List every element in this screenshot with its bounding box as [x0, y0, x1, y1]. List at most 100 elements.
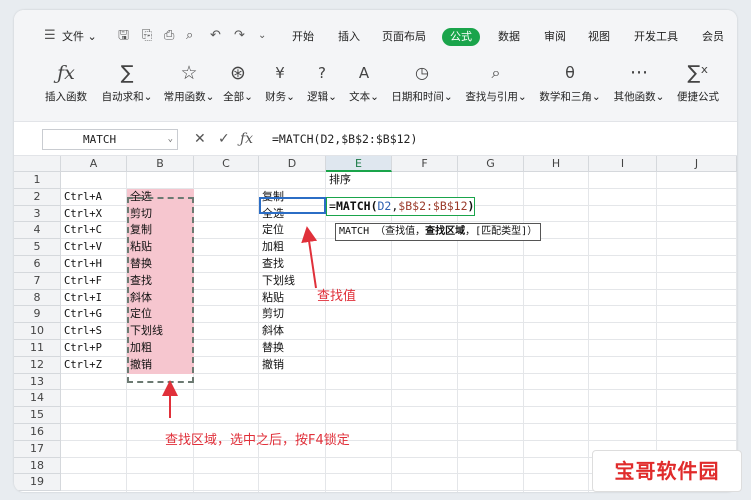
- row-header-5[interactable]: 5: [14, 239, 61, 256]
- menu-member[interactable]: 会员: [702, 30, 724, 44]
- cell-d9[interactable]: 剪切: [259, 306, 326, 323]
- cell-a2[interactable]: Ctrl+A: [61, 189, 127, 206]
- cell-b8[interactable]: 斜体: [127, 289, 194, 307]
- cell-d10[interactable]: 斜体: [259, 323, 326, 340]
- row-header-1[interactable]: 1: [14, 172, 61, 189]
- row-header-18[interactable]: 18: [14, 457, 61, 475]
- row-header-17[interactable]: 17: [14, 440, 61, 458]
- common-functions-button[interactable]: ☆ 常用函数⌄: [158, 56, 220, 104]
- menu-view[interactable]: 视图: [588, 30, 610, 44]
- export-icon[interactable]: ⎘: [142, 28, 152, 44]
- quick-formula-button[interactable]: ∑ˣ 便捷公式: [672, 56, 724, 104]
- date-time-button[interactable]: ◷ 日期和时间⌄: [386, 56, 458, 104]
- undo-icon[interactable]: ↶: [210, 28, 221, 44]
- formula-input[interactable]: =MATCH(D2,$B$2:$B$12): [272, 130, 417, 148]
- lookup-reference-button[interactable]: ⌕ 查找与引用⌄: [460, 56, 532, 104]
- column-header-a[interactable]: A: [61, 156, 127, 172]
- cell-b12[interactable]: 撤销: [127, 356, 194, 374]
- cell-a6[interactable]: Ctrl+H: [61, 256, 127, 273]
- cell-a3[interactable]: Ctrl+X: [61, 206, 127, 223]
- print-icon[interactable]: ⎙: [164, 28, 174, 44]
- cell-e1[interactable]: 排序: [326, 172, 392, 189]
- column-header-c[interactable]: C: [194, 156, 259, 172]
- fx-icon[interactable]: ƒx: [240, 129, 253, 149]
- cell-b11[interactable]: 加粗: [127, 340, 194, 357]
- cell-a5[interactable]: Ctrl+V: [61, 239, 127, 256]
- column-header-i[interactable]: I: [589, 156, 657, 172]
- cell-b2[interactable]: 全选: [127, 188, 194, 206]
- row-header-10[interactable]: 10: [14, 323, 61, 340]
- menu-review[interactable]: 审阅: [544, 30, 566, 44]
- column-header-j[interactable]: J: [657, 156, 737, 172]
- cell-b9[interactable]: 定位: [127, 306, 194, 324]
- cell-a12[interactable]: Ctrl+Z: [61, 357, 127, 374]
- menu-developer[interactable]: 开发工具: [634, 30, 678, 44]
- row-header-4[interactable]: 4: [14, 222, 61, 240]
- cell-a7[interactable]: Ctrl+F: [61, 273, 127, 290]
- finance-button[interactable]: ¥ 财务⌄: [260, 56, 300, 104]
- cell-edit-box[interactable]: =MATCH(D2,$B$2:$B$12): [326, 196, 476, 216]
- file-menu[interactable]: 文件 ⌄: [62, 30, 97, 44]
- text-button[interactable]: A 文本⌄: [344, 56, 384, 104]
- cell-b7[interactable]: 查找: [127, 272, 194, 290]
- row-header-2[interactable]: 2: [14, 188, 61, 206]
- column-header-d[interactable]: D: [259, 156, 326, 172]
- column-header-b[interactable]: B: [127, 156, 194, 172]
- cell-a8[interactable]: Ctrl+I: [61, 290, 127, 307]
- cell-b5[interactable]: 粘贴: [127, 239, 194, 256]
- cell-d11[interactable]: 替换: [259, 340, 326, 357]
- cell-a9[interactable]: Ctrl+G: [61, 306, 127, 323]
- cell-d4[interactable]: 定位: [259, 222, 326, 239]
- all-functions-button[interactable]: ⊛ 全部⌄: [218, 56, 258, 104]
- cell-d7[interactable]: 下划线: [259, 273, 326, 290]
- save-icon[interactable]: 🖫: [118, 28, 129, 44]
- cell-b6[interactable]: 替换: [127, 256, 194, 273]
- chevron-down-icon[interactable]: ⌄: [168, 130, 173, 149]
- row-header-13[interactable]: 13: [14, 373, 61, 391]
- cell-d8[interactable]: 粘贴: [259, 290, 326, 307]
- cell-d6[interactable]: 查找: [259, 256, 326, 273]
- row-header-11[interactable]: 11: [14, 340, 61, 357]
- menu-page-layout[interactable]: 页面布局: [382, 30, 426, 44]
- cell-d12[interactable]: 撤销: [259, 357, 326, 374]
- row-header-7[interactable]: 7: [14, 272, 61, 290]
- row-header-9[interactable]: 9: [14, 306, 61, 324]
- row-header-12[interactable]: 12: [14, 356, 61, 374]
- row-header-15[interactable]: 15: [14, 407, 61, 424]
- row-header-16[interactable]: 16: [14, 424, 61, 441]
- row-header-6[interactable]: 6: [14, 256, 61, 273]
- cell-b10[interactable]: 下划线: [127, 323, 194, 340]
- row-header-14[interactable]: 14: [14, 390, 61, 408]
- menu-home[interactable]: 开始: [292, 30, 314, 44]
- redo-icon[interactable]: ↷: [234, 28, 245, 44]
- customize-chevron-icon[interactable]: ⌄: [258, 28, 266, 44]
- cell-b3[interactable]: 剪切: [127, 205, 194, 223]
- row-header-3[interactable]: 3: [14, 205, 61, 223]
- cell-b4[interactable]: 复制: [127, 222, 194, 240]
- other-functions-button[interactable]: ··· 其他函数⌄: [608, 56, 670, 104]
- menu-insert[interactable]: 插入: [338, 30, 360, 44]
- cell-d5[interactable]: 加粗: [259, 239, 326, 256]
- worksheet-grid[interactable]: A B C D E F G H I J 1 2 3 4 5 6 7 8 9 10 11 12 13 14 15 16 17 18 19 C…: [14, 156, 737, 492]
- row-header-19[interactable]: 19: [14, 474, 61, 492]
- math-trig-button[interactable]: θ 数学和三角⌄: [534, 56, 606, 104]
- hamburger-menu-icon[interactable]: ☰: [44, 28, 56, 44]
- column-header-f[interactable]: F: [392, 156, 458, 172]
- menu-formulas[interactable]: 公式: [442, 28, 480, 46]
- insert-function-button[interactable]: ƒx 插入函数: [42, 56, 90, 104]
- menu-data[interactable]: 数据: [498, 30, 520, 44]
- name-box[interactable]: MATCH ⌄: [42, 129, 178, 150]
- logic-button[interactable]: ? 逻辑⌄: [302, 56, 342, 104]
- row-header-8[interactable]: 8: [14, 289, 61, 307]
- column-header-g[interactable]: G: [458, 156, 524, 172]
- column-header-h[interactable]: H: [524, 156, 589, 172]
- cell-a10[interactable]: Ctrl+S: [61, 323, 127, 340]
- active-reference-cell[interactable]: [259, 196, 326, 214]
- column-header-e[interactable]: E: [326, 156, 392, 172]
- select-all-corner[interactable]: [14, 156, 61, 172]
- confirm-icon[interactable]: ✓: [218, 129, 230, 149]
- cell-a11[interactable]: Ctrl+P: [61, 340, 127, 357]
- cell-a4[interactable]: Ctrl+C: [61, 222, 127, 239]
- autosum-button[interactable]: ∑ 自动求和⌄: [96, 56, 158, 104]
- preview-icon[interactable]: ⌕: [186, 28, 193, 44]
